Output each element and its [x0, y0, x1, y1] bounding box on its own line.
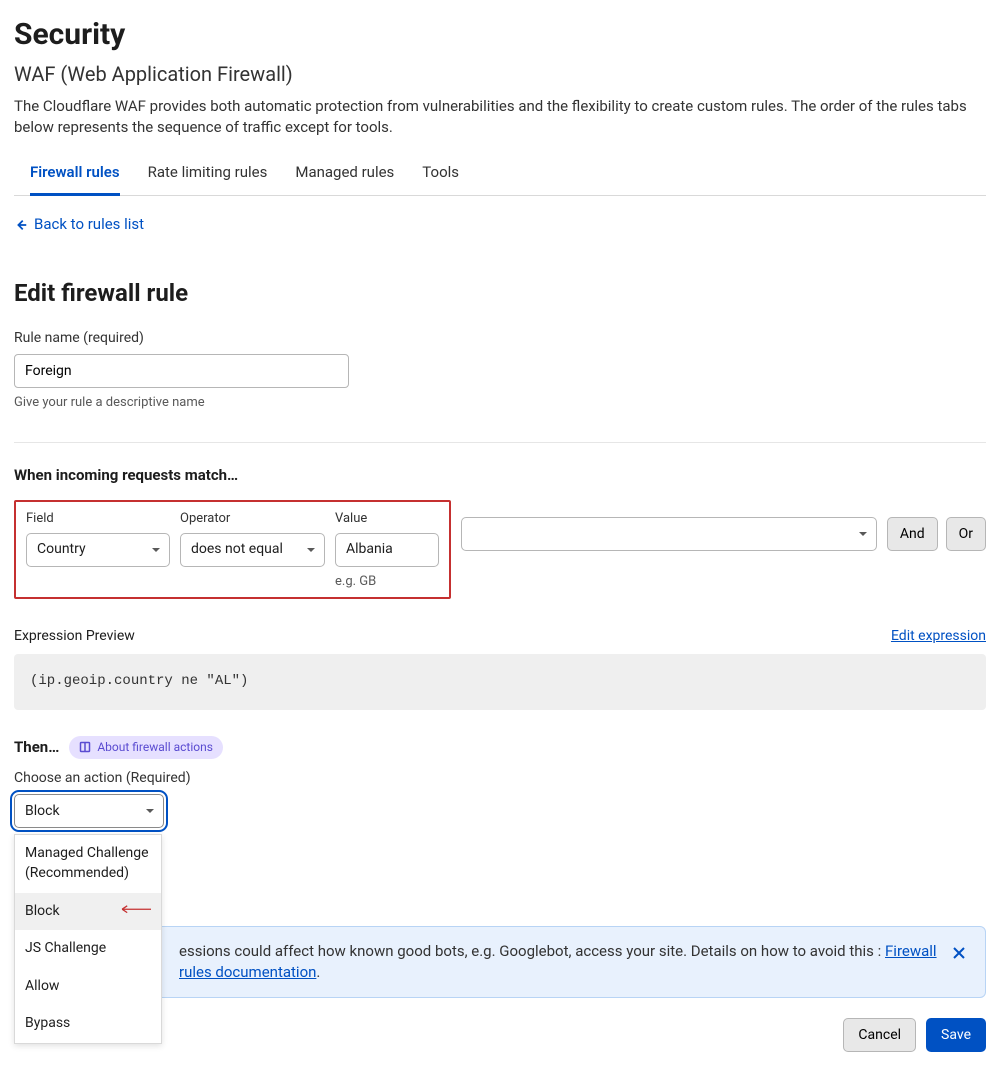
field-value: Country: [37, 540, 86, 560]
rule-name-help: Give your rule a descriptive name: [14, 394, 986, 412]
close-icon: [951, 945, 967, 961]
rule-name-label: Rule name (required): [14, 329, 986, 349]
rule-builder-row: Field Country Operator does not equal Va…: [14, 500, 986, 598]
action-option-bypass[interactable]: Bypass: [15, 1005, 161, 1043]
field-select[interactable]: Country: [26, 533, 170, 567]
action-option-allow[interactable]: Allow: [15, 968, 161, 1006]
action-dropdown: Managed Challenge (Recommended) Block JS…: [14, 834, 162, 1044]
value-select[interactable]: Albania: [335, 533, 439, 567]
chevron-down-icon: [306, 545, 316, 555]
edit-expression-link[interactable]: Edit expression: [891, 627, 986, 647]
chevron-down-icon: [858, 529, 868, 539]
rule-highlight-box: Field Country Operator does not equal Va…: [14, 500, 451, 598]
tab-rate-limiting[interactable]: Rate limiting rules: [148, 154, 268, 196]
rule-name-input[interactable]: [14, 354, 349, 388]
cancel-button[interactable]: Cancel: [843, 1018, 916, 1052]
edit-rule-heading: Edit firewall rule: [14, 277, 986, 311]
field-label: Field: [26, 510, 170, 528]
about-actions-badge[interactable]: About firewall actions: [69, 736, 223, 759]
value-wide-select[interactable]: [461, 517, 877, 551]
operator-select[interactable]: does not equal: [180, 533, 325, 567]
action-option-js-challenge[interactable]: JS Challenge: [15, 930, 161, 968]
section-divider: [14, 442, 986, 443]
arrow-left-icon: [14, 218, 28, 232]
and-button[interactable]: And: [887, 517, 938, 551]
action-selected-value: Block: [25, 802, 60, 822]
action-select[interactable]: Block: [14, 794, 164, 828]
chevron-down-icon: [145, 806, 155, 816]
expression-code: (ip.geoip.country ne "AL"): [14, 654, 986, 710]
save-button[interactable]: Save: [926, 1018, 986, 1052]
back-link-label: Back to rules list: [34, 214, 144, 235]
banner-close-button[interactable]: [947, 941, 971, 972]
value-label: Value: [335, 510, 439, 528]
operator-label: Operator: [180, 510, 325, 528]
chevron-down-icon: [151, 545, 161, 555]
page-title: Security: [14, 14, 986, 56]
match-section-heading: When incoming requests match…: [14, 465, 986, 486]
or-button[interactable]: Or: [946, 517, 986, 551]
tabs-bar: Firewall rules Rate limiting rules Manag…: [14, 154, 986, 196]
page-subtitle: WAF (Web Application Firewall): [14, 60, 986, 88]
annotation-arrow-icon: [117, 902, 151, 922]
action-option-managed-challenge[interactable]: Managed Challenge (Recommended): [15, 835, 161, 892]
operator-value: does not equal: [191, 540, 283, 560]
tab-managed-rules[interactable]: Managed rules: [295, 154, 394, 196]
tab-firewall-rules[interactable]: Firewall rules: [30, 154, 120, 196]
book-icon: [79, 741, 91, 753]
banner-text: essions could affect how known good bots…: [29, 941, 947, 983]
value-example: e.g. GB: [335, 573, 439, 591]
tab-tools[interactable]: Tools: [422, 154, 459, 196]
action-option-block[interactable]: Block: [15, 893, 161, 931]
page-description: The Cloudflare WAF provides both automat…: [14, 96, 984, 138]
choose-action-label: Choose an action (Required): [14, 769, 986, 789]
then-heading: Then…: [14, 737, 59, 758]
value-value: Albania: [346, 540, 393, 560]
back-to-rules-link[interactable]: Back to rules list: [14, 214, 144, 235]
expression-preview-label: Expression Preview: [14, 627, 135, 647]
badge-label: About firewall actions: [97, 739, 213, 756]
option-label: Block: [25, 903, 60, 919]
